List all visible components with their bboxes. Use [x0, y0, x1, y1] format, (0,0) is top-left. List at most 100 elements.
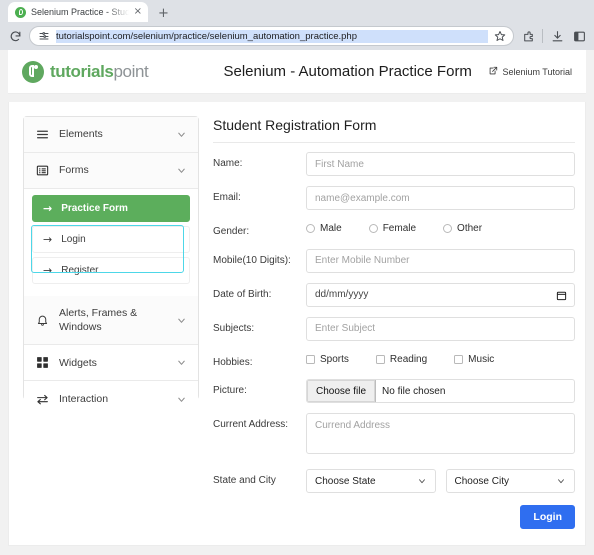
hamburger-icon	[35, 128, 49, 141]
sidebar-subitem-practice-form[interactable]: → Practice Form	[32, 195, 190, 222]
checkbox-square-icon	[306, 354, 315, 364]
forms-subnav: → Practice Form → Login → Register	[24, 189, 198, 296]
sidebar-sublabel-login: Login	[61, 234, 86, 245]
reload-icon[interactable]	[7, 28, 23, 44]
sidebar-item-forms[interactable]: Forms	[24, 153, 198, 189]
swap-arrows-icon	[35, 393, 49, 406]
chevron-down-icon	[556, 476, 566, 486]
browser-toolbar	[0, 22, 594, 50]
label-mobile: Mobile(10 Digits):	[213, 254, 291, 266]
chevron-down-icon	[176, 129, 187, 140]
control-gender: Male Female Other	[306, 220, 575, 234]
field-row-picture: Picture: Choose file No file chosen	[213, 379, 575, 403]
content-card: Elements Forms → Practice Form → Login →…	[8, 102, 586, 546]
control-address	[306, 413, 575, 459]
arrow-right-icon: →	[43, 233, 53, 246]
label-picture: Picture:	[213, 385, 247, 396]
sidebar-item-widgets[interactable]: Widgets	[24, 345, 198, 382]
logo-wordmark: tutorialspoint	[50, 61, 149, 82]
control-name	[306, 152, 575, 176]
checkbox-hobby-reading[interactable]: Reading	[375, 353, 428, 365]
chevron-down-icon	[176, 357, 187, 368]
label-dob: Date of Birth:	[213, 288, 272, 300]
sidebar-sublabel-register: Register	[61, 265, 99, 276]
field-row-gender: Gender: Male Female Other	[213, 220, 575, 239]
radio-gender-male[interactable]: Male	[306, 223, 342, 234]
close-tab-icon[interactable]: ×	[134, 7, 142, 17]
logo-text-secondary: point	[113, 61, 149, 81]
radio-label-other: Other	[457, 223, 483, 234]
chevron-down-icon	[417, 476, 427, 486]
external-link-icon	[488, 66, 498, 78]
download-icon[interactable]	[549, 28, 565, 44]
star-icon[interactable]	[494, 30, 506, 42]
file-input[interactable]: Choose file No file chosen	[306, 379, 575, 403]
list-box-icon	[35, 164, 49, 177]
label-hobbies: Hobbies:	[213, 356, 253, 368]
label-state-city: State and City	[213, 475, 276, 486]
file-status-label: No file chosen	[382, 385, 446, 397]
sidebar-subitem-register[interactable]: → Register	[32, 257, 190, 284]
login-submit-button[interactable]: Login	[520, 505, 575, 529]
site-header: tutorialspoint Selenium - Automation Pra…	[8, 50, 586, 94]
sidebar-label-elements: Elements	[59, 128, 103, 141]
radio-gender-other[interactable]: Other	[443, 223, 482, 234]
checkbox-hobby-sports[interactable]: Sports	[306, 354, 349, 365]
new-tab-button[interactable]: +	[158, 7, 169, 20]
sidebar-nav: Elements Forms → Practice Form → Login →…	[23, 116, 199, 418]
city-select-value: Choose City	[454, 475, 509, 487]
extensions-icon[interactable]	[520, 28, 536, 44]
browser-tab[interactable]: Selenium Practice - Student R ×	[8, 2, 148, 22]
tab-strip: Selenium Practice - Student R × +	[0, 0, 594, 22]
control-email	[306, 186, 575, 210]
selenium-tutorial-label: Selenium Tutorial	[502, 66, 572, 77]
bell-icon	[35, 314, 49, 327]
sidebar-label-alerts-frames-windows: Alerts, Frames & Windows	[59, 307, 138, 334]
dob-input[interactable]	[306, 282, 575, 307]
arrow-right-icon: →	[43, 264, 53, 277]
checkbox-label-sports: Sports	[320, 353, 349, 365]
address-textarea[interactable]	[306, 413, 575, 454]
state-select-value: Choose State	[315, 475, 376, 487]
checkbox-square-icon	[454, 354, 464, 364]
field-row-mobile: Mobile(10 Digits):	[213, 248, 575, 273]
choose-file-button[interactable]: Choose file	[307, 380, 377, 402]
sidebar-item-alerts-frames-windows[interactable]: Alerts, Frames & Windows	[24, 296, 198, 346]
side-panel-icon[interactable]	[571, 28, 587, 44]
checkbox-label-reading: Reading	[389, 353, 428, 365]
mobile-input[interactable]	[306, 248, 575, 273]
field-row-name: Name:	[213, 152, 575, 176]
checkbox-hobby-music[interactable]: Music	[454, 354, 494, 365]
sidebar-label-interaction: Interaction	[59, 393, 109, 406]
field-row-subjects: Subjects:	[213, 316, 575, 341]
browser-chrome: Selenium Practice - Student R × +	[0, 0, 594, 50]
address-bar[interactable]	[29, 26, 514, 46]
page-viewport: tutorialspoint Selenium - Automation Pra…	[0, 50, 594, 555]
page-title: Selenium - Automation Practice Form	[223, 63, 472, 80]
grid-icon	[35, 356, 49, 369]
city-select[interactable]: Choose City	[445, 469, 575, 493]
selenium-tutorial-link[interactable]: Selenium Tutorial	[488, 66, 572, 78]
email-input[interactable]	[306, 186, 575, 210]
label-name: Name:	[213, 158, 243, 169]
field-row-address: Current Address:	[213, 413, 575, 459]
radio-circle-icon	[306, 224, 315, 233]
logo-mark-icon	[22, 60, 44, 83]
url-input[interactable]	[56, 29, 488, 43]
subjects-input[interactable]	[306, 316, 575, 341]
sidebar-item-interaction[interactable]: Interaction	[24, 381, 198, 418]
label-subjects: Subjects:	[213, 322, 255, 334]
radio-label-male: Male	[320, 223, 342, 234]
sidebar-subitem-login[interactable]: → Login	[32, 226, 190, 253]
name-input[interactable]	[306, 152, 575, 176]
logo-text-primary: tutorials	[50, 61, 114, 81]
radio-gender-female[interactable]: Female	[368, 223, 416, 234]
tutorialspoint-logo[interactable]: tutorialspoint	[22, 60, 197, 83]
label-address: Current Address:	[213, 419, 289, 430]
chevron-down-icon	[176, 165, 187, 176]
sidebar-item-elements[interactable]: Elements	[24, 117, 198, 153]
page-settings-icon[interactable]	[38, 30, 50, 42]
sidebar-label-forms: Forms	[59, 164, 89, 177]
state-select[interactable]: Choose State	[306, 469, 436, 493]
field-row-state-city: State and City Choose State Choose City	[213, 469, 575, 493]
